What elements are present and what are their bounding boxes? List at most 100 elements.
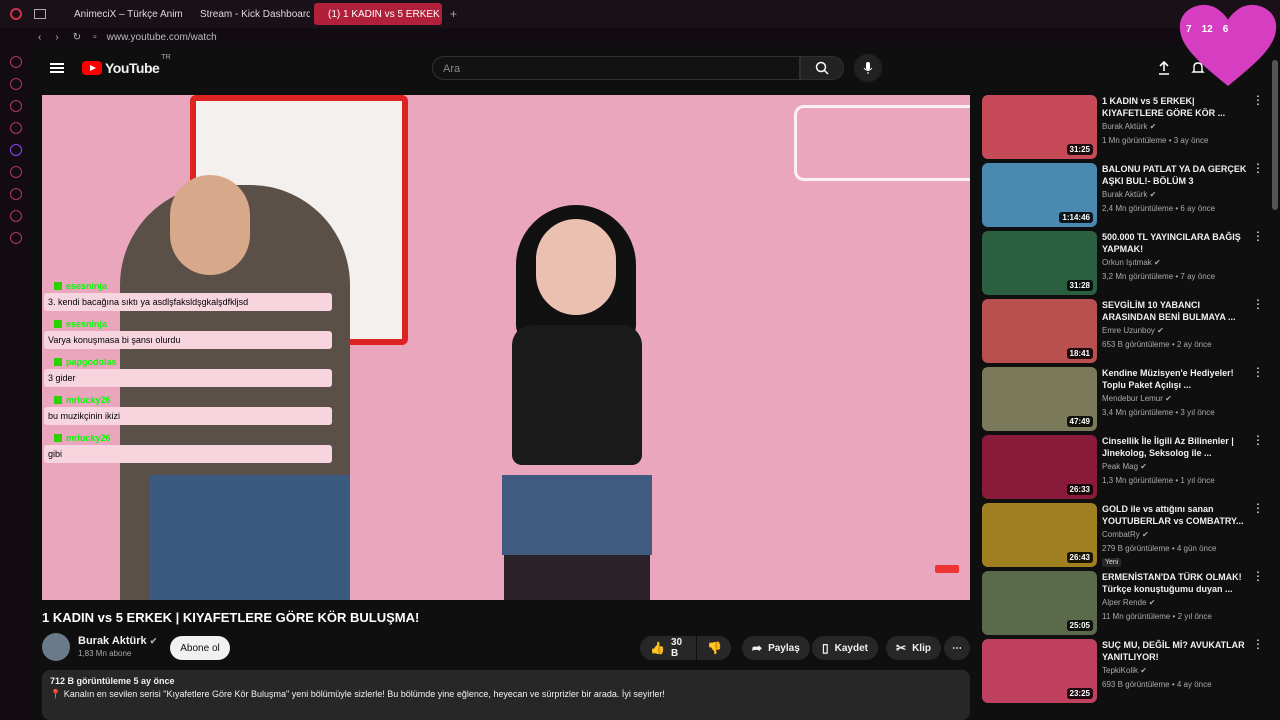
description-box[interactable]: 712 B görüntüleme 5 ay önce 📍 Kanalın en… <box>42 670 970 720</box>
recommendation-item[interactable]: 25:05 ERMENİSTAN'DA TÜRK OLMAK! Türkçe ko… <box>982 570 1270 635</box>
overlay-count-c: 6 <box>1222 24 1229 35</box>
search-button[interactable] <box>800 56 844 80</box>
recommendation-channel[interactable]: Burak Aktürk ✔ <box>1102 190 1156 199</box>
recommendation-title[interactable]: 1 KADIN vs 5 ERKEK| KIYAFETLERE GÖRE KÖR… <box>1102 95 1247 119</box>
recommendation-title[interactable]: ERMENİSTAN'DA TÜRK OLMAK! Türkçe konuştu… <box>1102 571 1247 595</box>
video-duration: 18:41 <box>1066 348 1093 359</box>
chat-message: esesninja Varya konuşmasa bi şansı olurd… <box>44 317 332 349</box>
youtube-logo[interactable]: YouTube TR <box>82 54 171 76</box>
recommendation-channel[interactable]: TepkiKolik ✔ <box>1102 666 1147 675</box>
more-options-icon[interactable]: ⋮ <box>1252 502 1264 514</box>
video-thumbnail[interactable]: 47:49 <box>982 367 1097 431</box>
workspace-icon[interactable] <box>34 9 46 19</box>
dislike-button[interactable]: 👎 <box>697 636 731 660</box>
channel-avatar[interactable] <box>42 633 70 661</box>
share-button[interactable]: ➦ Paylaş <box>742 636 810 660</box>
overlay-counts: 7 12 6 <box>1186 24 1228 35</box>
recommendation-channel[interactable]: Emre Uzunboy ✔ <box>1102 326 1164 335</box>
recommendation-channel[interactable]: Mendebur Lemur ✔ <box>1102 394 1172 403</box>
recommendation-channel[interactable]: Peak Mag ✔ <box>1102 462 1147 471</box>
recommendation-channel[interactable]: Alper Rende ✔ <box>1102 598 1155 607</box>
more-options-icon[interactable]: ⋮ <box>1252 162 1264 174</box>
recommendation-item[interactable]: 1:14:46 BALONU PATLAT YA DA GERÇEK AŞKI B… <box>982 162 1270 227</box>
menu-icon[interactable] <box>50 63 64 73</box>
sidebar-icon-2[interactable] <box>10 78 22 90</box>
recommendation-title[interactable]: SEVGİLİM 10 YABANCI ARASINDAN BENİ BULMA… <box>1102 299 1247 323</box>
tab-animecix[interactable]: AnimeciX – Türkçe Anime <box>60 3 182 25</box>
recommendation-title[interactable]: GOLD ile vs attığını sanan YOUTUBERLAR v… <box>1102 503 1247 527</box>
subscribe-button[interactable]: Abone ol <box>170 636 230 660</box>
subscriber-count: 1,83 Mn abone <box>78 649 132 658</box>
video-duration: 31:28 <box>1066 280 1093 291</box>
like-button[interactable]: 👍 30 B <box>640 636 696 660</box>
more-options-icon[interactable]: ⋮ <box>1252 366 1264 378</box>
youtube-watermark-icon[interactable] <box>935 565 959 573</box>
video-thumbnail[interactable]: 25:05 <box>982 571 1097 635</box>
recommendation-item[interactable]: 31:25 1 KADIN vs 5 ERKEK| KIYAFETLERE GÖR… <box>982 94 1270 159</box>
video-thumbnail[interactable]: 26:33 <box>982 435 1097 499</box>
scrollbar[interactable] <box>1272 60 1278 210</box>
recommendation-item[interactable]: 18:41 SEVGİLİM 10 YABANCI ARASINDAN BENİ … <box>982 298 1270 363</box>
recommendation-title[interactable]: Cinsellik İle İlgili Az Bilinenler | Jin… <box>1102 435 1247 459</box>
recommendation-meta: 3,4 Mn görüntüleme • 3 yıl önce <box>1102 408 1215 417</box>
video-thumbnail[interactable]: 1:14:46 <box>982 163 1097 227</box>
search-input[interactable]: Ara <box>432 56 800 80</box>
chat-text: 3. kendi bacağına sıktı ya asdlşfaksldşg… <box>44 293 332 311</box>
sidebar-icon-3[interactable] <box>10 100 22 112</box>
video-player[interactable]: esesninja 3. kendi bacağına sıktı ya asd… <box>42 95 970 600</box>
more-options-icon[interactable]: ⋮ <box>1252 638 1264 650</box>
video-thumbnail[interactable]: 18:41 <box>982 299 1097 363</box>
recommendation-title[interactable]: BALONU PATLAT YA DA GERÇEK AŞKI BUL!- BÖ… <box>1102 163 1247 187</box>
new-tab-button[interactable]: + <box>450 7 457 21</box>
upload-icon[interactable] <box>1156 60 1172 76</box>
recommendation-meta: 693 B görüntüleme • 4 ay önce <box>1102 680 1212 689</box>
sidebar-icon-5[interactable] <box>10 166 22 178</box>
youtube-wordmark: YouTube <box>105 60 160 76</box>
more-options-icon[interactable]: ⋮ <box>1252 434 1264 446</box>
reload-icon[interactable]: ↻ <box>73 32 81 43</box>
opera-icon[interactable] <box>10 8 22 20</box>
sidebar-icon-4[interactable] <box>10 122 22 134</box>
more-options-icon[interactable]: ⋮ <box>1252 230 1264 242</box>
verified-icon: ✔ <box>149 636 158 646</box>
recommendation-item[interactable]: 31:28 500.000 TL YAYINCILARA BAĞIŞ YAPMAK… <box>982 230 1270 295</box>
url-field[interactable]: www.youtube.com/watch <box>107 32 217 43</box>
video-thumbnail[interactable]: 26:43 <box>982 503 1097 567</box>
settings-icon[interactable] <box>10 232 22 244</box>
kick-badge-icon <box>54 358 62 366</box>
recommendation-meta: 2,4 Mn görüntüleme • 6 ay önce <box>1102 204 1216 213</box>
recommendation-title[interactable]: SUÇ MU, DEĞİL Mİ? AVUKATLAR YANITLIYOR! <box>1102 639 1247 663</box>
more-options-icon[interactable]: ⋮ <box>1252 570 1264 582</box>
recommendation-item[interactable]: 47:49 Kendine Müzisyen'e Hediyeler! Toplu… <box>982 366 1270 431</box>
recommendation-channel[interactable]: Orkun Işıtmak ✔ <box>1102 258 1161 267</box>
person-right-legs <box>504 555 650 600</box>
save-button[interactable]: ▯ Kaydet <box>812 636 878 660</box>
sidebar-icon-1[interactable] <box>10 56 22 68</box>
recommendation-channel[interactable]: CombatRy ✔ <box>1102 530 1149 539</box>
channel-name[interactable]: Burak Aktürk ✔ <box>78 635 157 647</box>
voice-search-button[interactable] <box>854 54 882 82</box>
extensions-icon[interactable] <box>10 210 22 222</box>
video-thumbnail[interactable]: 31:25 <box>982 95 1097 159</box>
views-and-date: 712 B görüntüleme 5 ay önce <box>50 676 175 686</box>
more-actions-button[interactable]: ⋯ <box>944 636 970 660</box>
twitch-icon[interactable] <box>10 144 22 156</box>
more-options-icon[interactable]: ⋮ <box>1252 94 1264 106</box>
recommendation-title[interactable]: 500.000 TL YAYINCILARA BAĞIŞ YAPMAK! <box>1102 231 1247 255</box>
forward-icon[interactable]: › <box>55 32 58 43</box>
tab-label: (1) 1 KADIN vs 5 ERKEK <box>328 8 440 20</box>
history-icon[interactable] <box>10 188 22 200</box>
recommendation-item[interactable]: 23:25 SUÇ MU, DEĞİL Mİ? AVUKATLAR YANITLI… <box>982 638 1270 703</box>
back-icon[interactable]: ‹ <box>38 32 41 43</box>
video-thumbnail[interactable]: 23:25 <box>982 639 1097 703</box>
tab-kick[interactable]: Stream - Kick Dashboard <box>186 3 310 25</box>
recommendation-item[interactable]: 26:33 Cinsellik İle İlgili Az Bilinenler … <box>982 434 1270 499</box>
clip-button[interactable]: ✂ Klip <box>886 636 941 660</box>
recommendation-item[interactable]: 26:43 GOLD ile vs attığını sanan YOUTUBER… <box>982 502 1270 567</box>
more-options-icon[interactable]: ⋮ <box>1252 298 1264 310</box>
recommendation-meta: 279 B görüntüleme • 4 gün önce <box>1102 544 1217 553</box>
recommendation-channel[interactable]: Burak Aktürk ✔ <box>1102 122 1156 131</box>
recommendation-title[interactable]: Kendine Müzisyen'e Hediyeler! Toplu Pake… <box>1102 367 1247 391</box>
video-thumbnail[interactable]: 31:28 <box>982 231 1097 295</box>
tab-youtube[interactable]: (1) 1 KADIN vs 5 ERKEK <box>314 3 442 25</box>
